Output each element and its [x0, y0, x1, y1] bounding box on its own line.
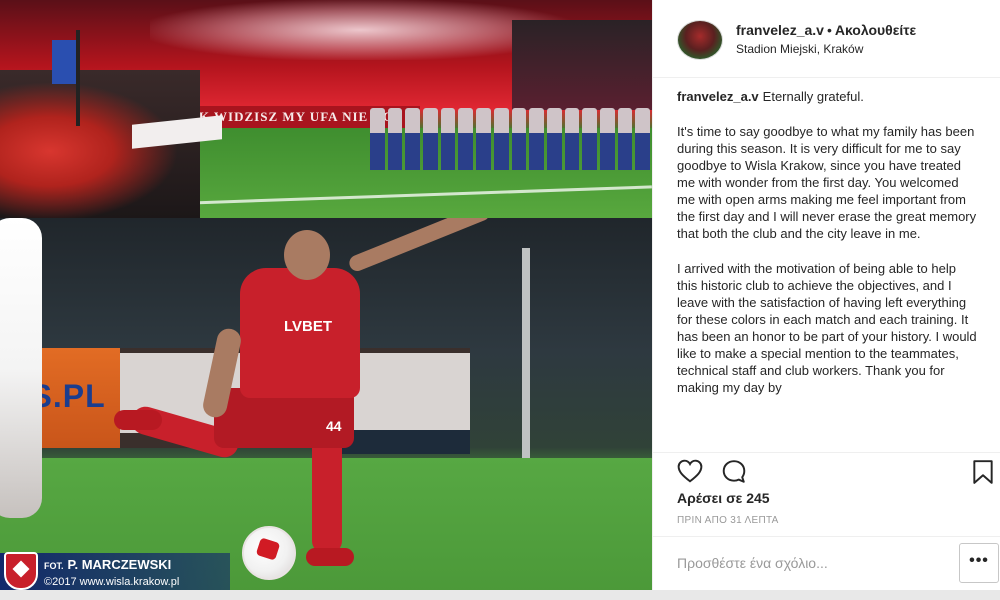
player-head	[284, 230, 330, 280]
header-title: franvelez_a.v • Ακολουθείτε	[736, 22, 916, 38]
credit-label: FOT.	[44, 561, 64, 571]
post-caption: franvelez_a.v Eternally grateful. It's ti…	[677, 88, 977, 448]
likes-count[interactable]: Αρέσει σε 245	[677, 490, 770, 506]
caption-paragraph: It's time to say goodbye to what my fami…	[677, 124, 977, 241]
following-button[interactable]: Ακολουθείτε	[835, 22, 916, 38]
post-header: franvelez_a.v • Ακολουθείτε Stadion Miejsk…	[653, 0, 1000, 78]
caption-paragraph: I arrived with the motivation of being a…	[677, 261, 977, 395]
photo-credit: FOT. P. MARCZEWSKI	[44, 557, 171, 572]
comment-box: •••	[653, 536, 1000, 588]
separator: •	[826, 22, 832, 38]
player-leg	[312, 433, 342, 553]
club-crest-icon	[4, 552, 38, 590]
pole	[76, 30, 80, 126]
bookmark-icon[interactable]	[971, 459, 995, 485]
player-boot	[114, 410, 162, 430]
kick-photo: TS.PL LVBET 44	[0, 218, 652, 600]
avatar[interactable]	[677, 20, 723, 60]
credit-url: ©2017 www.wisla.krakow.pl	[44, 576, 180, 588]
stadium-photo: BO JAK WIDZISZ MY UFA NIE NO	[0, 0, 652, 218]
post-timestamp[interactable]: ΠΡΙΝ ΑΠΟ 31 ΛΕΠΤΑ	[677, 515, 779, 526]
floodlight-post	[522, 248, 530, 458]
username-link[interactable]: franvelez_a.v	[736, 22, 824, 38]
caption-username[interactable]: franvelez_a.v	[677, 89, 759, 104]
teammate-figure	[0, 218, 42, 518]
flare-smoke	[150, 0, 570, 60]
player-boot	[306, 548, 354, 566]
stadium-stand	[512, 20, 652, 110]
location-link[interactable]: Stadion Miejski, Kraków	[736, 42, 863, 56]
blue-sign	[52, 40, 76, 84]
post-actions	[653, 452, 1000, 486]
shirt-sponsor: LVBET	[284, 318, 333, 335]
shirt-number: 44	[326, 418, 342, 434]
more-options-button[interactable]: •••	[959, 543, 999, 583]
credit-name: P. MARCZEWSKI	[67, 557, 172, 572]
lined-up-players	[370, 108, 650, 170]
football	[242, 526, 296, 580]
post-photo[interactable]: BO JAK WIDZISZ MY UFA NIE NO TS.PL LVBET…	[0, 0, 652, 600]
player-arm	[347, 218, 493, 274]
instagram-post-frame: BO JAK WIDZISZ MY UFA NIE NO TS.PL LVBET…	[0, 0, 1000, 600]
comment-icon[interactable]	[721, 459, 747, 485]
advert-board-dark	[340, 430, 470, 454]
caption-first-line: Eternally grateful.	[762, 89, 864, 104]
post-sidebar: franvelez_a.v • Ακολουθείτε Stadion Miejsk…	[652, 0, 1000, 600]
heart-icon[interactable]	[677, 459, 703, 483]
comment-input[interactable]	[677, 551, 947, 575]
bottom-strip	[0, 590, 1000, 600]
